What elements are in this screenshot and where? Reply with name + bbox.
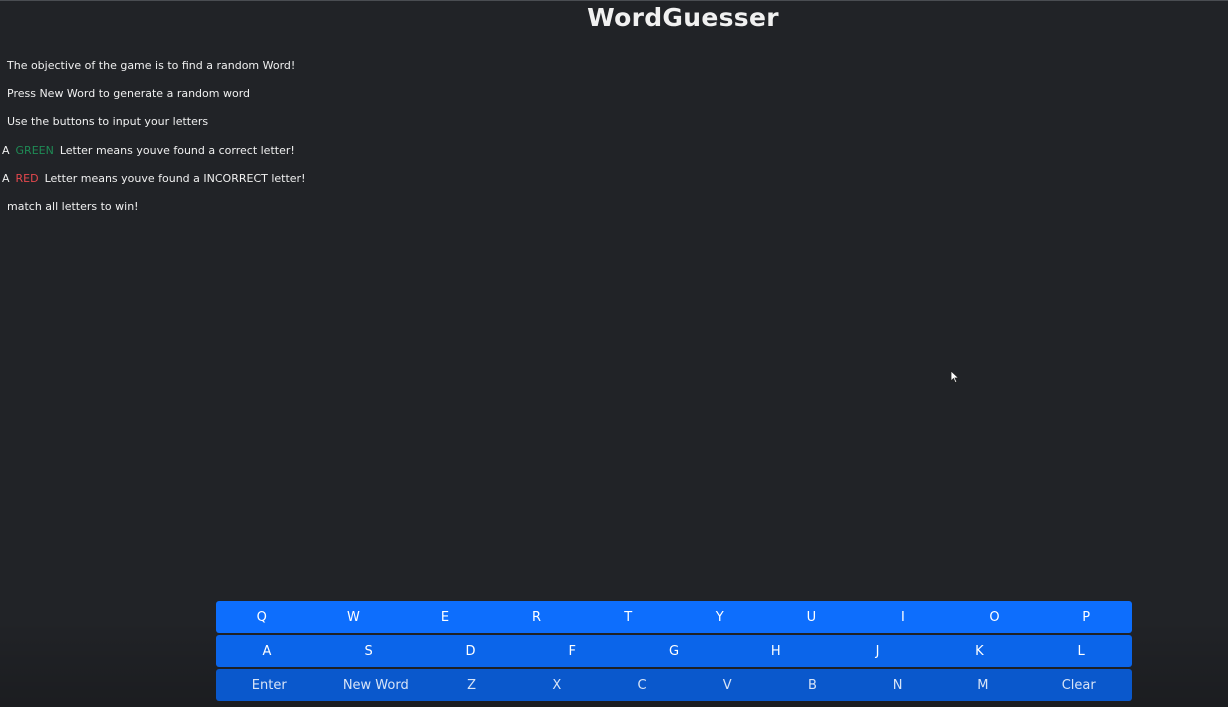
key-j[interactable]: J <box>827 635 929 667</box>
key-c[interactable]: C <box>599 669 684 701</box>
key-m[interactable]: M <box>940 669 1025 701</box>
key-z[interactable]: Z <box>429 669 514 701</box>
on-screen-keyboard: Q W E R T Y U I O P A S D F G H J K L En… <box>216 601 1132 703</box>
key-d[interactable]: D <box>420 635 522 667</box>
page-title: WordGuesser <box>587 3 779 32</box>
key-i[interactable]: I <box>857 601 949 633</box>
key-u[interactable]: U <box>766 601 858 633</box>
instruction-green-suffix: Letter means youve found a correct lette… <box>59 143 295 157</box>
key-y[interactable]: Y <box>674 601 766 633</box>
key-r[interactable]: R <box>491 601 583 633</box>
new-word-button[interactable]: New Word <box>323 669 430 701</box>
key-t[interactable]: T <box>582 601 674 633</box>
key-k[interactable]: K <box>928 635 1030 667</box>
key-q[interactable]: Q <box>216 601 308 633</box>
instruction-win: match all letters to win! <box>7 199 139 213</box>
mouse-cursor-icon <box>950 370 960 384</box>
instruction-objective: The objective of the game is to find a r… <box>7 59 296 72</box>
instruction-green-prefix: A <box>2 143 10 157</box>
keyboard-row-2: A S D F G H J K L <box>216 635 1132 667</box>
key-a[interactable]: A <box>216 635 318 667</box>
key-p[interactable]: P <box>1040 601 1132 633</box>
top-divider <box>0 0 1228 1</box>
red-label: RED <box>15 171 39 185</box>
key-x[interactable]: X <box>514 669 599 701</box>
instruction-new-word: Press New Word to generate a random word <box>7 87 251 101</box>
green-label: GREEN <box>15 143 54 157</box>
key-s[interactable]: S <box>318 635 420 667</box>
key-h[interactable]: H <box>725 635 827 667</box>
key-w[interactable]: W <box>308 601 400 633</box>
key-o[interactable]: O <box>949 601 1041 633</box>
key-f[interactable]: F <box>521 635 623 667</box>
instructions-panel: The objective of the game is to find a r… <box>2 57 306 226</box>
instruction-red: A RED Letter means youve found a INCORRECT… <box>2 170 306 198</box>
game-page: WordGuesser The objective of the game is… <box>0 0 1228 707</box>
key-e[interactable]: E <box>399 601 491 633</box>
key-g[interactable]: G <box>623 635 725 667</box>
enter-button[interactable]: Enter <box>216 669 323 701</box>
keyboard-row-1: Q W E R T Y U I O P <box>216 601 1132 633</box>
instruction-green: A GREEN Letter means youve found a correct… <box>2 142 306 170</box>
keyboard-row-3: Enter New Word Z X C V B N M Clear <box>216 669 1132 701</box>
instruction-red-prefix: A <box>2 171 10 185</box>
key-n[interactable]: N <box>855 669 940 701</box>
key-v[interactable]: V <box>685 669 770 701</box>
key-b[interactable]: B <box>770 669 855 701</box>
instruction-input: Use the buttons to input your letters <box>7 115 209 129</box>
key-l[interactable]: L <box>1030 635 1132 667</box>
instruction-red-suffix: Letter means youve found a INCORRECT let… <box>44 171 306 185</box>
clear-button[interactable]: Clear <box>1025 669 1132 701</box>
